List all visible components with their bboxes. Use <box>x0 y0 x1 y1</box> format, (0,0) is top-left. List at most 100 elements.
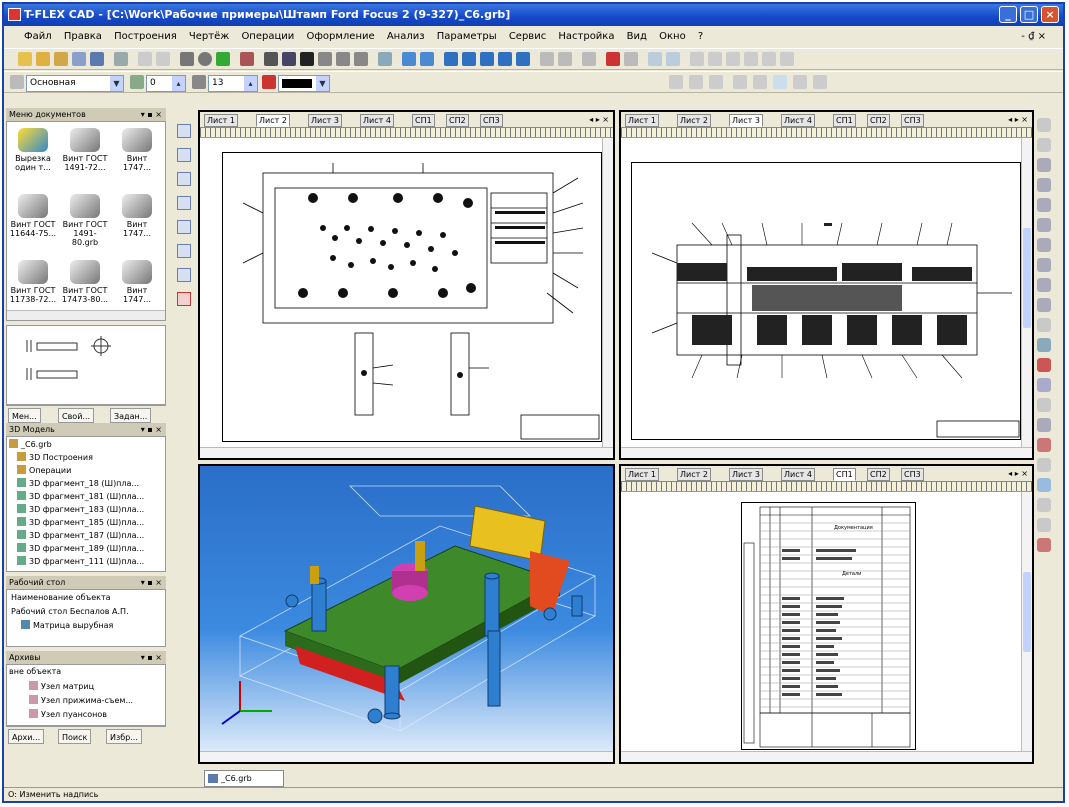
delete-icon[interactable] <box>177 292 191 306</box>
align-icon[interactable] <box>669 75 683 89</box>
library-item[interactable]: Винт 1747... <box>113 194 161 238</box>
document-tab[interactable]: _C6.grb <box>204 770 284 787</box>
drawing-view-top-left[interactable]: Лист 1 Лист 2 Лист 3 Лист 4 СП1 СП2 СП3 … <box>198 110 615 460</box>
leader-icon[interactable] <box>282 52 296 66</box>
menu-format[interactable]: Оформление <box>306 31 374 42</box>
tab-sheet-1[interactable]: Лист 1 <box>625 114 659 127</box>
maximize-button[interactable]: □ <box>1020 6 1038 23</box>
tool-icon[interactable] <box>1037 518 1051 532</box>
workplace-item[interactable]: Рабочий стол Беспалов А.П. <box>11 607 129 616</box>
priority-icon[interactable] <box>726 52 740 66</box>
tab-sheet-3[interactable]: Лист 3 <box>729 114 763 127</box>
ungroup-icon[interactable] <box>762 52 776 66</box>
dimension-icon[interactable] <box>264 52 278 66</box>
archive-item[interactable]: Узел пуансонов <box>29 709 107 719</box>
scroll-thumb[interactable] <box>1023 228 1031 328</box>
print-icon[interactable] <box>114 52 128 66</box>
font-size-combo[interactable]: 13 ▴ <box>208 75 258 92</box>
horizontal-scrollbar[interactable] <box>200 751 613 762</box>
tab-menu[interactable]: Мен... <box>8 408 41 423</box>
panel-controls[interactable]: ▾ ▪ × <box>141 423 162 436</box>
archive-root[interactable]: вне объекта <box>9 667 61 676</box>
panel-controls[interactable]: ▾ ▪ × <box>141 651 162 664</box>
tab-sp3[interactable]: СП3 <box>901 114 924 127</box>
menu-file[interactable]: Файл <box>24 31 52 42</box>
spin-icon[interactable]: ▴ <box>244 76 257 91</box>
horizontal-scrollbar[interactable] <box>200 447 613 458</box>
tab-sp1[interactable]: СП1 <box>833 114 856 127</box>
tab-search[interactable]: Поиск <box>58 729 92 744</box>
title-bar[interactable]: T-FLEX CAD - [C:\Work\Рабочие примеры\Шт… <box>4 4 1063 26</box>
render-icon[interactable] <box>1037 358 1051 372</box>
rotate-icon[interactable] <box>462 52 476 66</box>
panel-controls[interactable]: ▾ ▪ × <box>141 576 162 589</box>
menu-service[interactable]: Сервис <box>509 31 546 42</box>
tool-icon[interactable] <box>1037 538 1051 552</box>
grid-icon[interactable] <box>648 52 662 66</box>
color-combo[interactable]: ▼ <box>278 75 330 92</box>
tab-archive[interactable]: Архи... <box>8 729 45 744</box>
drawing-view-top-right[interactable]: Лист 1 Лист 2 Лист 3 Лист 4 СП1 СП2 СП3 … <box>619 110 1034 460</box>
tab-sp2[interactable]: СП2 <box>867 114 890 127</box>
tab-sheet-3[interactable]: Лист 3 <box>729 468 763 481</box>
properties-icon[interactable] <box>177 244 191 258</box>
tab-sp1[interactable]: СП1 <box>412 114 435 127</box>
line-icon[interactable] <box>180 52 194 66</box>
tree-item[interactable]: 3D фрагмент_111 (Ш)пла... <box>17 556 144 566</box>
tree-item[interactable]: 3D фрагмент_189 (Ш)пла... <box>17 543 144 553</box>
menu-operations[interactable]: Операции <box>241 31 294 42</box>
tab-sheet-3[interactable]: Лист 3 <box>308 114 342 127</box>
camera-icon[interactable] <box>1037 478 1051 492</box>
chevron-down-icon[interactable]: ▼ <box>316 76 329 91</box>
open-3d-icon[interactable] <box>54 52 68 66</box>
align-icon[interactable] <box>773 75 787 89</box>
menu-view[interactable]: Вид <box>627 31 647 42</box>
tab-sheet-1[interactable]: Лист 1 <box>625 468 659 481</box>
zoom-window-icon[interactable] <box>1037 158 1051 172</box>
select-icon[interactable] <box>177 124 191 138</box>
redraw-icon[interactable] <box>177 196 191 210</box>
tree-item[interactable]: 3D фрагмент_185 (Ш)пла... <box>17 517 144 527</box>
new-icon[interactable] <box>18 52 32 66</box>
workplace-header[interactable]: Рабочий стол ▾ ▪ × <box>6 576 166 589</box>
tab-scroll-arrows[interactable]: ◂ ▸ × <box>587 114 611 127</box>
tool-icon[interactable] <box>1037 318 1051 332</box>
tab-tasks[interactable]: Задан... <box>110 408 152 423</box>
array-icon[interactable] <box>558 52 572 66</box>
menu-analysis[interactable]: Анализ <box>387 31 425 42</box>
mirror-icon[interactable] <box>540 52 554 66</box>
save-icon[interactable] <box>90 52 104 66</box>
tab-favorites[interactable]: Избр... <box>106 729 142 744</box>
level-state-icon[interactable] <box>708 52 722 66</box>
picture-icon[interactable] <box>354 52 368 66</box>
spin-icon[interactable]: ▴ <box>172 76 185 91</box>
light-icon[interactable] <box>1037 378 1051 392</box>
tab-sheet-4[interactable]: Лист 4 <box>360 114 394 127</box>
tile-window-icon[interactable] <box>606 52 620 66</box>
drawing-view-specification[interactable]: Лист 1 Лист 2 Лист 3 Лист 4 СП1 СП2 СП3 … <box>619 464 1034 764</box>
window-icon[interactable] <box>624 52 638 66</box>
tree-item[interactable]: 3D фрагмент_181 (Ш)пла... <box>17 491 144 501</box>
tool-icon[interactable] <box>1037 498 1051 512</box>
pan-icon[interactable] <box>177 172 191 186</box>
zoom-all-icon[interactable] <box>1037 178 1051 192</box>
align-icon[interactable] <box>813 75 827 89</box>
tab-sheet-4[interactable]: Лист 4 <box>781 114 815 127</box>
tree-item[interactable]: 3D фрагмент_187 (Ш)пла... <box>17 530 144 540</box>
node-icon[interactable] <box>216 52 230 66</box>
menu-parameters[interactable]: Параметры <box>437 31 497 42</box>
library-item[interactable]: Винт 1747... <box>113 128 161 172</box>
tree-item[interactable]: 3D фрагмент_18 (Ш)пла... <box>17 478 139 488</box>
align-icon[interactable] <box>753 75 767 89</box>
zoom-next-icon[interactable] <box>1037 278 1051 292</box>
magnify-icon[interactable] <box>1037 298 1051 312</box>
group-icon[interactable] <box>744 52 758 66</box>
tree-item[interactable]: 3D Построения <box>17 452 93 462</box>
save-all-icon[interactable] <box>72 52 86 66</box>
tool-icon[interactable] <box>1037 398 1051 412</box>
library-item[interactable]: Вырезка один т... <box>9 128 57 172</box>
vertical-scrollbar[interactable] <box>602 138 613 447</box>
tab-sheet-2[interactable]: Лист 2 <box>256 114 290 127</box>
menu-draw[interactable]: Чертёж <box>189 31 229 42</box>
align-icon[interactable] <box>709 75 723 89</box>
